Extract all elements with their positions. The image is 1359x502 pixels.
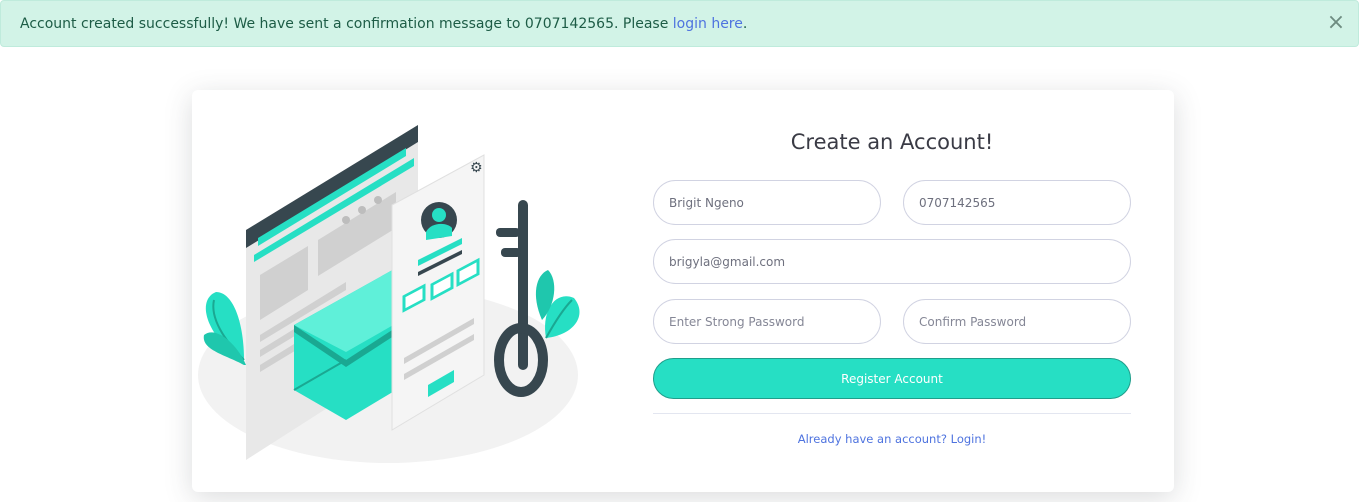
alert-suffix: . [742, 15, 748, 32]
login-link[interactable]: Already have an account? Login! [653, 432, 1131, 446]
email-input[interactable] [653, 239, 1131, 284]
password-input[interactable] [653, 299, 881, 344]
svg-text:⚙: ⚙ [470, 160, 483, 176]
confirm-password-input[interactable] [903, 299, 1131, 344]
alert-message: Account created successfully! We have se… [20, 16, 747, 32]
divider [653, 413, 1131, 414]
alert-text: Account created successfully! We have se… [20, 15, 673, 32]
alert-login-link[interactable]: login here [673, 16, 743, 32]
register-button[interactable]: Register Account [653, 358, 1131, 399]
register-card: ⚙ Create an Account! Register Account Al… [192, 90, 1174, 492]
close-icon[interactable]: × [1326, 12, 1346, 34]
success-alert: Account created successfully! We have se… [0, 0, 1359, 47]
phone-input[interactable] [903, 180, 1131, 225]
account-security-illustration: ⚙ [198, 125, 580, 463]
full-name-input[interactable] [653, 180, 881, 225]
form-title: Create an Account! [790, 130, 994, 154]
